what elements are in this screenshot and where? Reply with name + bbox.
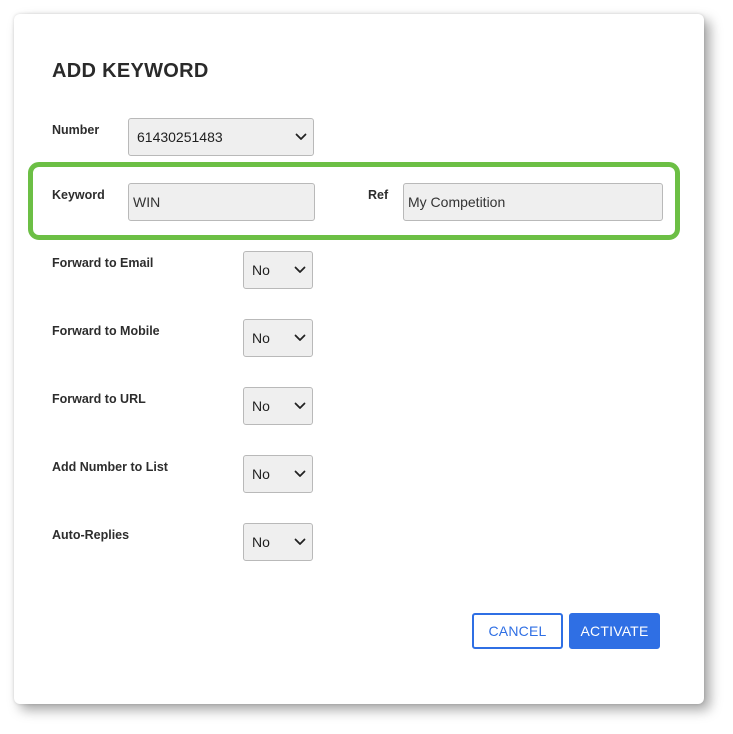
- add-to-list-label: Add Number to List: [52, 460, 168, 474]
- forward-email-select-value: No: [252, 262, 270, 278]
- chevron-down-icon: [294, 334, 306, 341]
- chevron-down-icon: [294, 538, 306, 545]
- forward-email-select[interactable]: No: [243, 251, 313, 289]
- number-select-value: 61430251483: [137, 129, 223, 145]
- number-select[interactable]: 61430251483: [128, 118, 314, 156]
- forward-url-label: Forward to URL: [52, 392, 146, 406]
- add-keyword-dialog: ADD KEYWORD Number 61430251483 Keyword W…: [14, 14, 704, 704]
- forward-email-label: Forward to Email: [52, 256, 154, 270]
- keyword-input[interactable]: WIN: [128, 183, 315, 221]
- forward-url-select[interactable]: No: [243, 387, 313, 425]
- auto-replies-select[interactable]: No: [243, 523, 313, 561]
- add-to-list-select-value: No: [252, 466, 270, 482]
- ref-input[interactable]: My Competition: [403, 183, 663, 221]
- ref-input-value: My Competition: [408, 194, 506, 210]
- chevron-down-icon: [295, 133, 307, 140]
- forward-mobile-select[interactable]: No: [243, 319, 313, 357]
- chevron-down-icon: [294, 402, 306, 409]
- auto-replies-select-value: No: [252, 534, 270, 550]
- cancel-button[interactable]: CANCEL: [472, 613, 563, 649]
- keyword-input-value: WIN: [133, 194, 161, 210]
- chevron-down-icon: [294, 266, 306, 273]
- forward-url-select-value: No: [252, 398, 270, 414]
- forward-mobile-label: Forward to Mobile: [52, 324, 160, 338]
- activate-button[interactable]: ACTIVATE: [569, 613, 660, 649]
- chevron-down-icon: [294, 470, 306, 477]
- forward-mobile-select-value: No: [252, 330, 270, 346]
- ref-label: Ref: [368, 188, 389, 202]
- add-to-list-select[interactable]: No: [243, 455, 313, 493]
- auto-replies-label: Auto-Replies: [52, 528, 130, 542]
- dialog-title: ADD KEYWORD: [52, 60, 209, 82]
- number-label: Number: [52, 123, 100, 137]
- keyword-label: Keyword: [52, 188, 105, 202]
